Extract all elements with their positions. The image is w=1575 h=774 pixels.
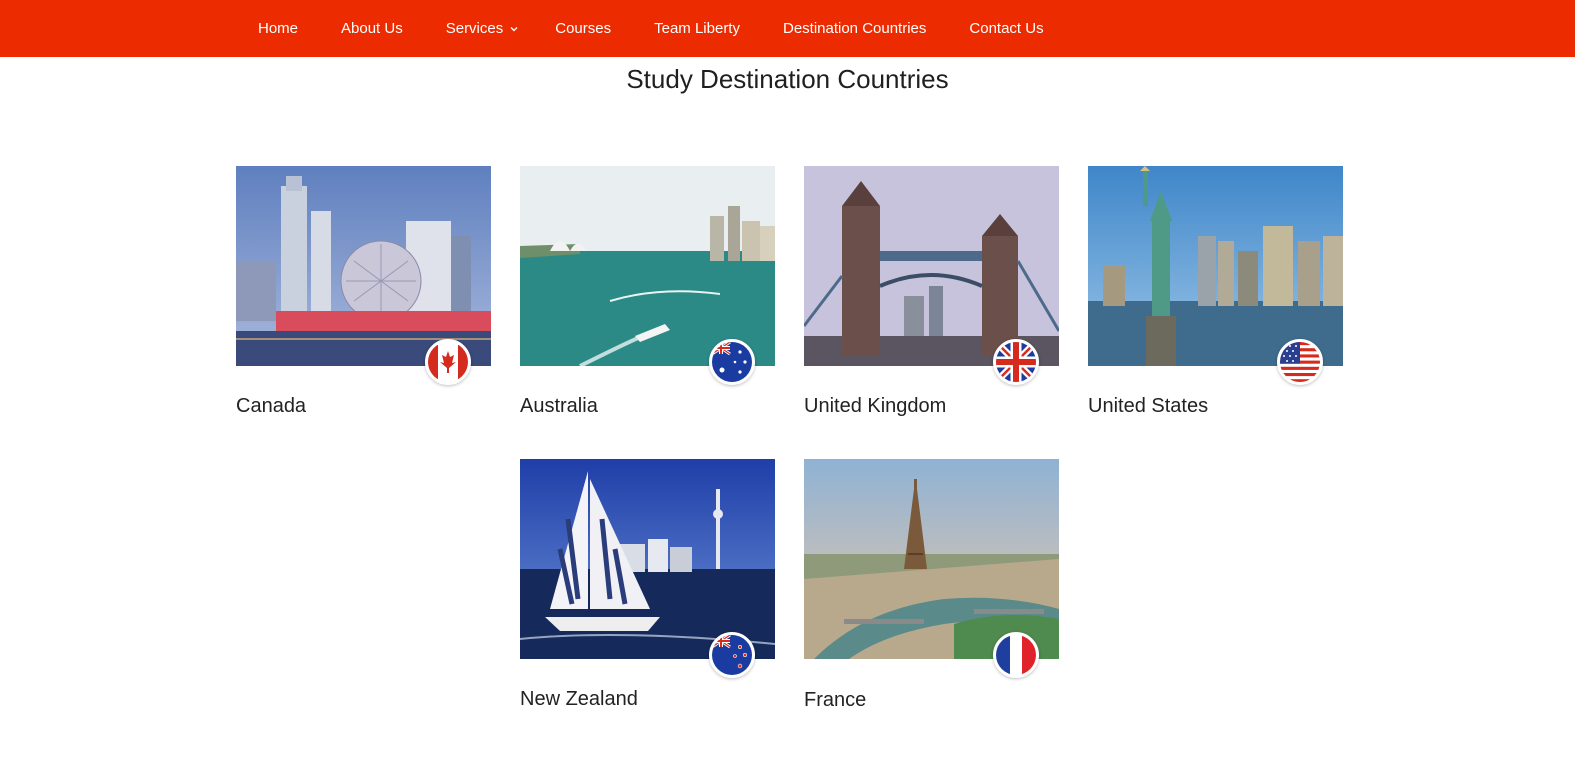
new-york-photo	[1088, 166, 1343, 366]
country-photo[interactable]	[804, 459, 1059, 678]
country-name[interactable]: Canada	[236, 395, 306, 418]
uk-flag-icon	[993, 339, 1039, 385]
country-name[interactable]: New Zealand	[520, 688, 638, 711]
country-name[interactable]: France	[804, 689, 866, 712]
paris-photo	[804, 459, 1059, 659]
nav-item-destination-countries[interactable]: Destination Countries	[783, 20, 926, 37]
nav-item-contact-us[interactable]: Contact Us	[969, 20, 1043, 37]
country-photo[interactable]	[1088, 166, 1343, 385]
country-card-united-kingdom[interactable]: United Kingdom	[804, 166, 1059, 417]
country-photo[interactable]	[520, 459, 775, 678]
nav-item-courses[interactable]: Courses	[555, 20, 611, 37]
australia-flag-icon	[709, 339, 755, 385]
nav-item-services[interactable]: Services	[446, 20, 520, 37]
nav-label: Home	[258, 20, 299, 37]
country-name[interactable]: United States	[1088, 395, 1208, 418]
country-name[interactable]: United Kingdom	[804, 395, 946, 418]
nav-item-team-liberty[interactable]: Team Liberty	[654, 20, 740, 37]
country-card-france[interactable]: France	[804, 459, 1059, 711]
country-card-united-states[interactable]: United States	[1088, 166, 1343, 417]
vancouver-photo	[236, 166, 491, 366]
nav-label: Destination Countries	[782, 20, 927, 37]
canada-flag-icon	[425, 339, 471, 385]
nav-label: Courses	[555, 20, 612, 37]
chevron-down-icon	[510, 26, 518, 31]
nav-label: Team Liberty	[654, 20, 740, 37]
france-flag-icon	[993, 632, 1039, 678]
nav-label: About Us	[341, 20, 403, 37]
page-title: Study Destination Countries	[626, 64, 949, 94]
nav-label: Services	[445, 20, 504, 37]
top-navbar: Home About Us Services Courses Team Libe…	[0, 0, 1575, 57]
nav-item-home[interactable]: Home	[258, 20, 298, 37]
auckland-photo	[520, 459, 775, 659]
nav-label: Contact Us	[969, 20, 1044, 37]
country-card-australia[interactable]: Australia	[520, 166, 775, 417]
london-photo	[804, 166, 1059, 366]
sydney-photo	[520, 166, 775, 366]
country-photo[interactable]	[520, 166, 775, 385]
country-card-new-zealand[interactable]: New Zealand	[520, 459, 775, 710]
country-photo[interactable]	[236, 166, 491, 385]
country-name[interactable]: Australia	[520, 395, 598, 418]
new-zealand-flag-icon	[709, 632, 755, 678]
nav-item-about-us[interactable]: About Us	[341, 20, 403, 37]
nav-menu: Home About Us Services Courses Team Libe…	[258, 0, 1087, 57]
country-card-canada[interactable]: Canada	[236, 166, 491, 417]
country-photo[interactable]	[804, 166, 1059, 385]
usa-flag-icon	[1277, 339, 1323, 385]
